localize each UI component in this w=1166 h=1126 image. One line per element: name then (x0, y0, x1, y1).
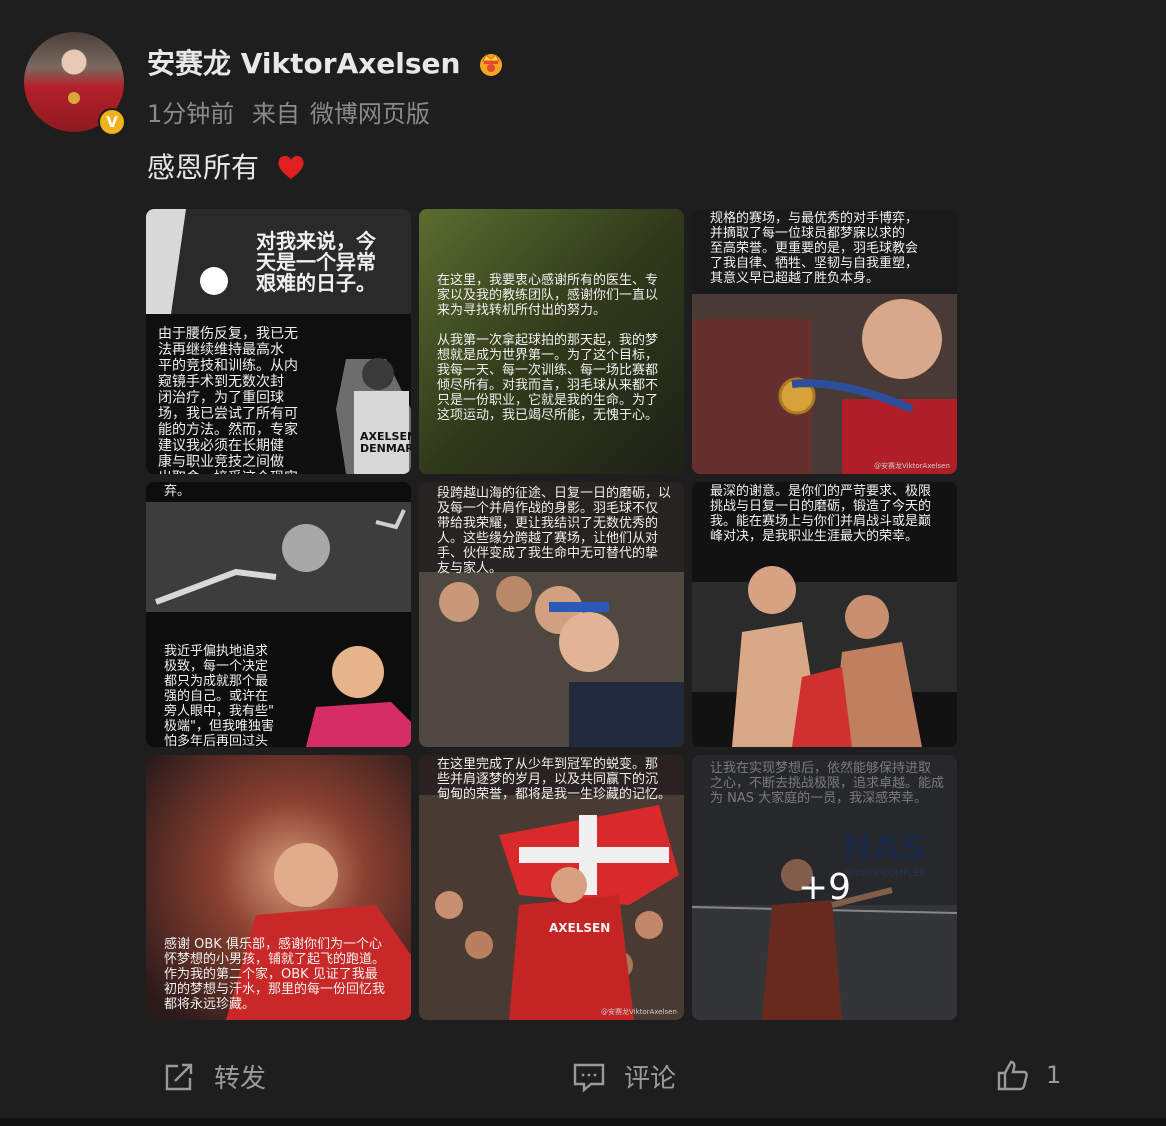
tile-1-caption: 由于腰伤反复，我已无 法再继续维持最高水 平的竞技和训练。从内 窥镜手术到无数次… (158, 326, 298, 474)
comment-label: 评论 (624, 1064, 677, 1094)
tile-2-caption-2: 从我第一次拿起球拍的那天起，我的梦 想就是成为世界第一。为了这个目标， 我每一天… (437, 333, 659, 423)
post-meta: 1分钟前 来自 微博网页版 (147, 94, 440, 129)
username-text[interactable]: 安赛龙 ViktorAxelsen (147, 47, 460, 80)
post-source[interactable]: 微博网页版 (310, 100, 430, 128)
tile-2-caption-1: 在这里，我要衷心感谢所有的医生、专 家以及我的教练团队，感谢你们一直以 来为寻找… (437, 273, 659, 318)
image-tile-2[interactable]: 在这里，我要衷心感谢所有的医生、专 家以及我的教练团队，感谢你们一直以 来为寻找… (419, 209, 684, 474)
tile-5-caption: 段跨越山海的征途、日复一日的磨砺，以 及每一个并肩作战的身影。羽毛球不仅 带给我… (437, 486, 672, 576)
bottom-divider (0, 1118, 1166, 1126)
image-tile-5[interactable]: 段跨越山海的征途、日复一日的磨砺，以 及每一个并肩作战的身影。羽毛球不仅 带给我… (419, 482, 684, 747)
image-tile-1[interactable]: 对我来说，今 天是一个异常 艰难的日子。 由于腰伤反复，我已无 法再继续维持最高… (146, 209, 411, 474)
medal-graphic (68, 92, 80, 104)
tile-3-caption: 规格的赛场，与最优秀的对手博弈， 并摘取了每一位球员都梦寐以求的 至高荣誉。更重… (710, 211, 919, 286)
post-text-content: 感恩所有 (147, 151, 260, 184)
more-images-count: +9 (797, 867, 852, 908)
image-grid: 对我来说，今 天是一个异常 艰难的日子。 由于腰伤反复，我已无 法再继续维持最高… (146, 209, 958, 1021)
like-count: 1 (1046, 1061, 1062, 1089)
tile-8-jersey: AXELSEN (549, 921, 611, 935)
image-tile-3[interactable]: 规格的赛场，与最优秀的对手博弈， 并摘取了每一位球员都梦寐以求的 至高荣誉。更重… (692, 209, 957, 474)
post-source-prefix: 来自 (251, 100, 300, 128)
image-tile-6[interactable]: 最深的谢意。是你们的严苛要求、极限 挑战与日复一日的磨砺，锻造了今天的 我。能在… (692, 482, 957, 747)
image-tile-4[interactable]: 弃。 我近乎偏执地追求 极致，每一个决定 都只为成就那个最 强的自己。或许在 旁… (146, 482, 411, 747)
repost-icon (165, 1063, 193, 1090)
more-images-overlay[interactable]: +9 (692, 755, 957, 1020)
heart-icon (278, 155, 304, 179)
verified-badge-icon: V (98, 108, 126, 136)
tile-4-caption-top: 弃。 (164, 484, 191, 499)
avatar[interactable]: V (24, 32, 126, 136)
repost-button[interactable]: 转发 (162, 1058, 266, 1095)
tile-8-caption: 在这里完成了从少年到冠军的蜕变。那 些并肩逐梦的岁月，以及共同赢下的沉 甸甸的荣… (437, 757, 672, 802)
action-bar: 转发 评论 1 (0, 1050, 1166, 1106)
image-tile-9[interactable]: 让我在实现梦想后，依然能够保持进取 之心，不断去挑战极限，追求卓越。能成 为 N… (692, 755, 957, 1020)
comment-button[interactable]: 评论 (572, 1058, 676, 1095)
image-tile-8[interactable]: 在这里完成了从少年到冠军的蜕变。那 些并肩逐梦的岁月，以及共同赢下的沉 甸甸的荣… (419, 755, 684, 1020)
like-icon (997, 1060, 1028, 1091)
like-button[interactable]: 1 (996, 1058, 1061, 1092)
username[interactable]: 安赛龙 ViktorAxelsen (147, 42, 506, 82)
tile-4-caption: 我近乎偏执地追求 极致，每一个决定 都只为成就那个最 强的自己。或许在 旁人眼中… (164, 644, 274, 747)
post-text: 感恩所有 (147, 146, 306, 186)
image-tile-7[interactable]: 感谢 OBK 俱乐部，感谢你们为一个心 怀梦想的小男孩，铺就了起飞的跑道。 作为… (146, 755, 411, 1020)
tile-6-caption: 最深的谢意。是你们的严苛要求、极限 挑战与日复一日的磨砺，锻造了今天的 我。能在… (710, 484, 932, 544)
tile-7-caption: 感谢 OBK 俱乐部，感谢你们为一个心 怀梦想的小男孩，铺就了起飞的跑道。 作为… (164, 937, 386, 1012)
tile-1-headline: 对我来说，今 天是一个异常 艰难的日子。 (256, 229, 376, 295)
repost-label: 转发 (214, 1064, 267, 1094)
comment-icon (573, 1063, 605, 1093)
tile-8-watermark: @安赛龙ViktorAxelsen (601, 1008, 677, 1016)
tile-1-jersey: AXELSEN DENMARK (360, 430, 411, 455)
post-time[interactable]: 1分钟前 (147, 100, 234, 128)
weibo-post-card: V 安赛龙 ViktorAxelsen 1分钟前 来自 微博网页版 感恩所有 对… (0, 0, 1166, 1118)
crown-icon (480, 54, 503, 76)
tile-3-watermark: @安赛龙ViktorAxelsen (874, 462, 950, 470)
